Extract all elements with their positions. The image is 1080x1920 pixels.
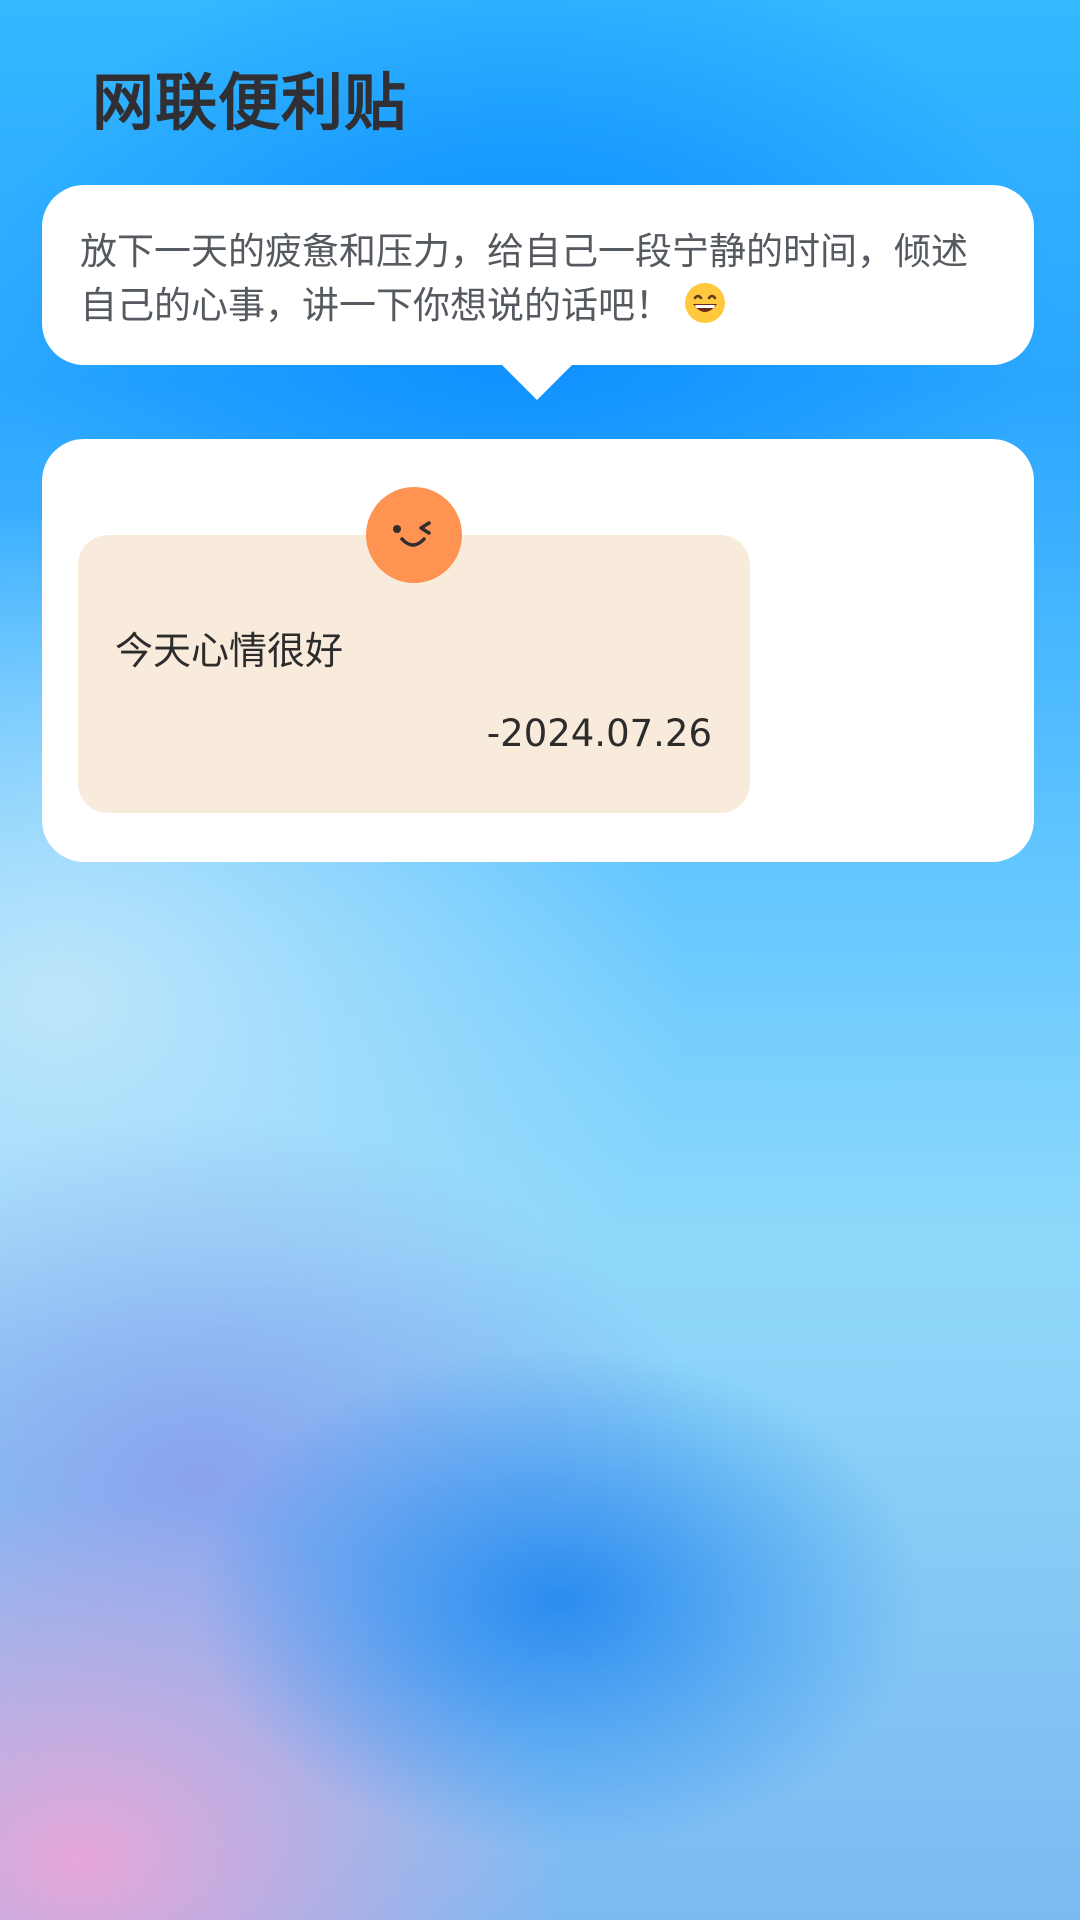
note-date: -2024.07.26 [486, 712, 712, 755]
winking-face-icon[interactable] [366, 487, 462, 583]
app-screen: 网联便利贴 放下一天的疲惫和压力，给自己一段宁静的时间，倾述自己的心事，讲一下你… [0, 0, 1080, 1920]
prompt-text: 放下一天的疲惫和压力，给自己一段宁静的时间，倾述自己的心事，讲一下你想说的话吧！ [80, 230, 968, 327]
bubble-tail [501, 364, 573, 400]
note-text: 今天心情很好 [115, 629, 344, 673]
page-title: 网联便利贴 [92, 66, 408, 139]
grinning-face-emoji-icon [684, 282, 726, 324]
prompt-bubble: 放下一天的疲惫和压力，给自己一段宁静的时间，倾述自己的心事，讲一下你想说的话吧！ [42, 185, 1034, 365]
